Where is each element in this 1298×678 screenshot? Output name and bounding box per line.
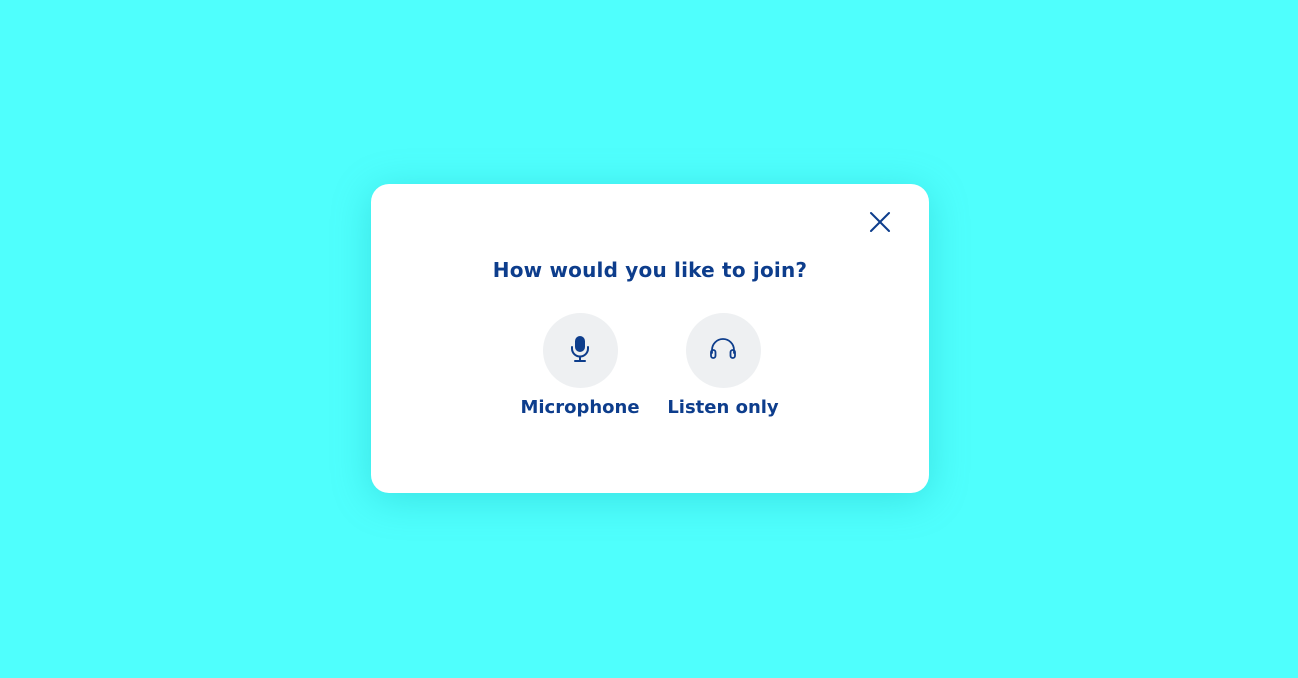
microphone-icon [569, 335, 591, 367]
join-audio-dialog: How would you like to join? Microphone L… [371, 184, 929, 493]
listen-only-button[interactable] [685, 313, 761, 388]
dialog-title: How would you like to join? [492, 258, 808, 282]
listen-only-option[interactable]: Listen only [658, 313, 788, 418]
microphone-button[interactable] [542, 313, 618, 388]
close-icon [869, 211, 891, 237]
headphones-icon [709, 337, 737, 365]
microphone-label: Microphone [520, 397, 640, 418]
microphone-option[interactable]: Microphone [515, 313, 645, 418]
close-button[interactable] [867, 211, 893, 237]
listen-only-label: Listen only [667, 397, 779, 418]
